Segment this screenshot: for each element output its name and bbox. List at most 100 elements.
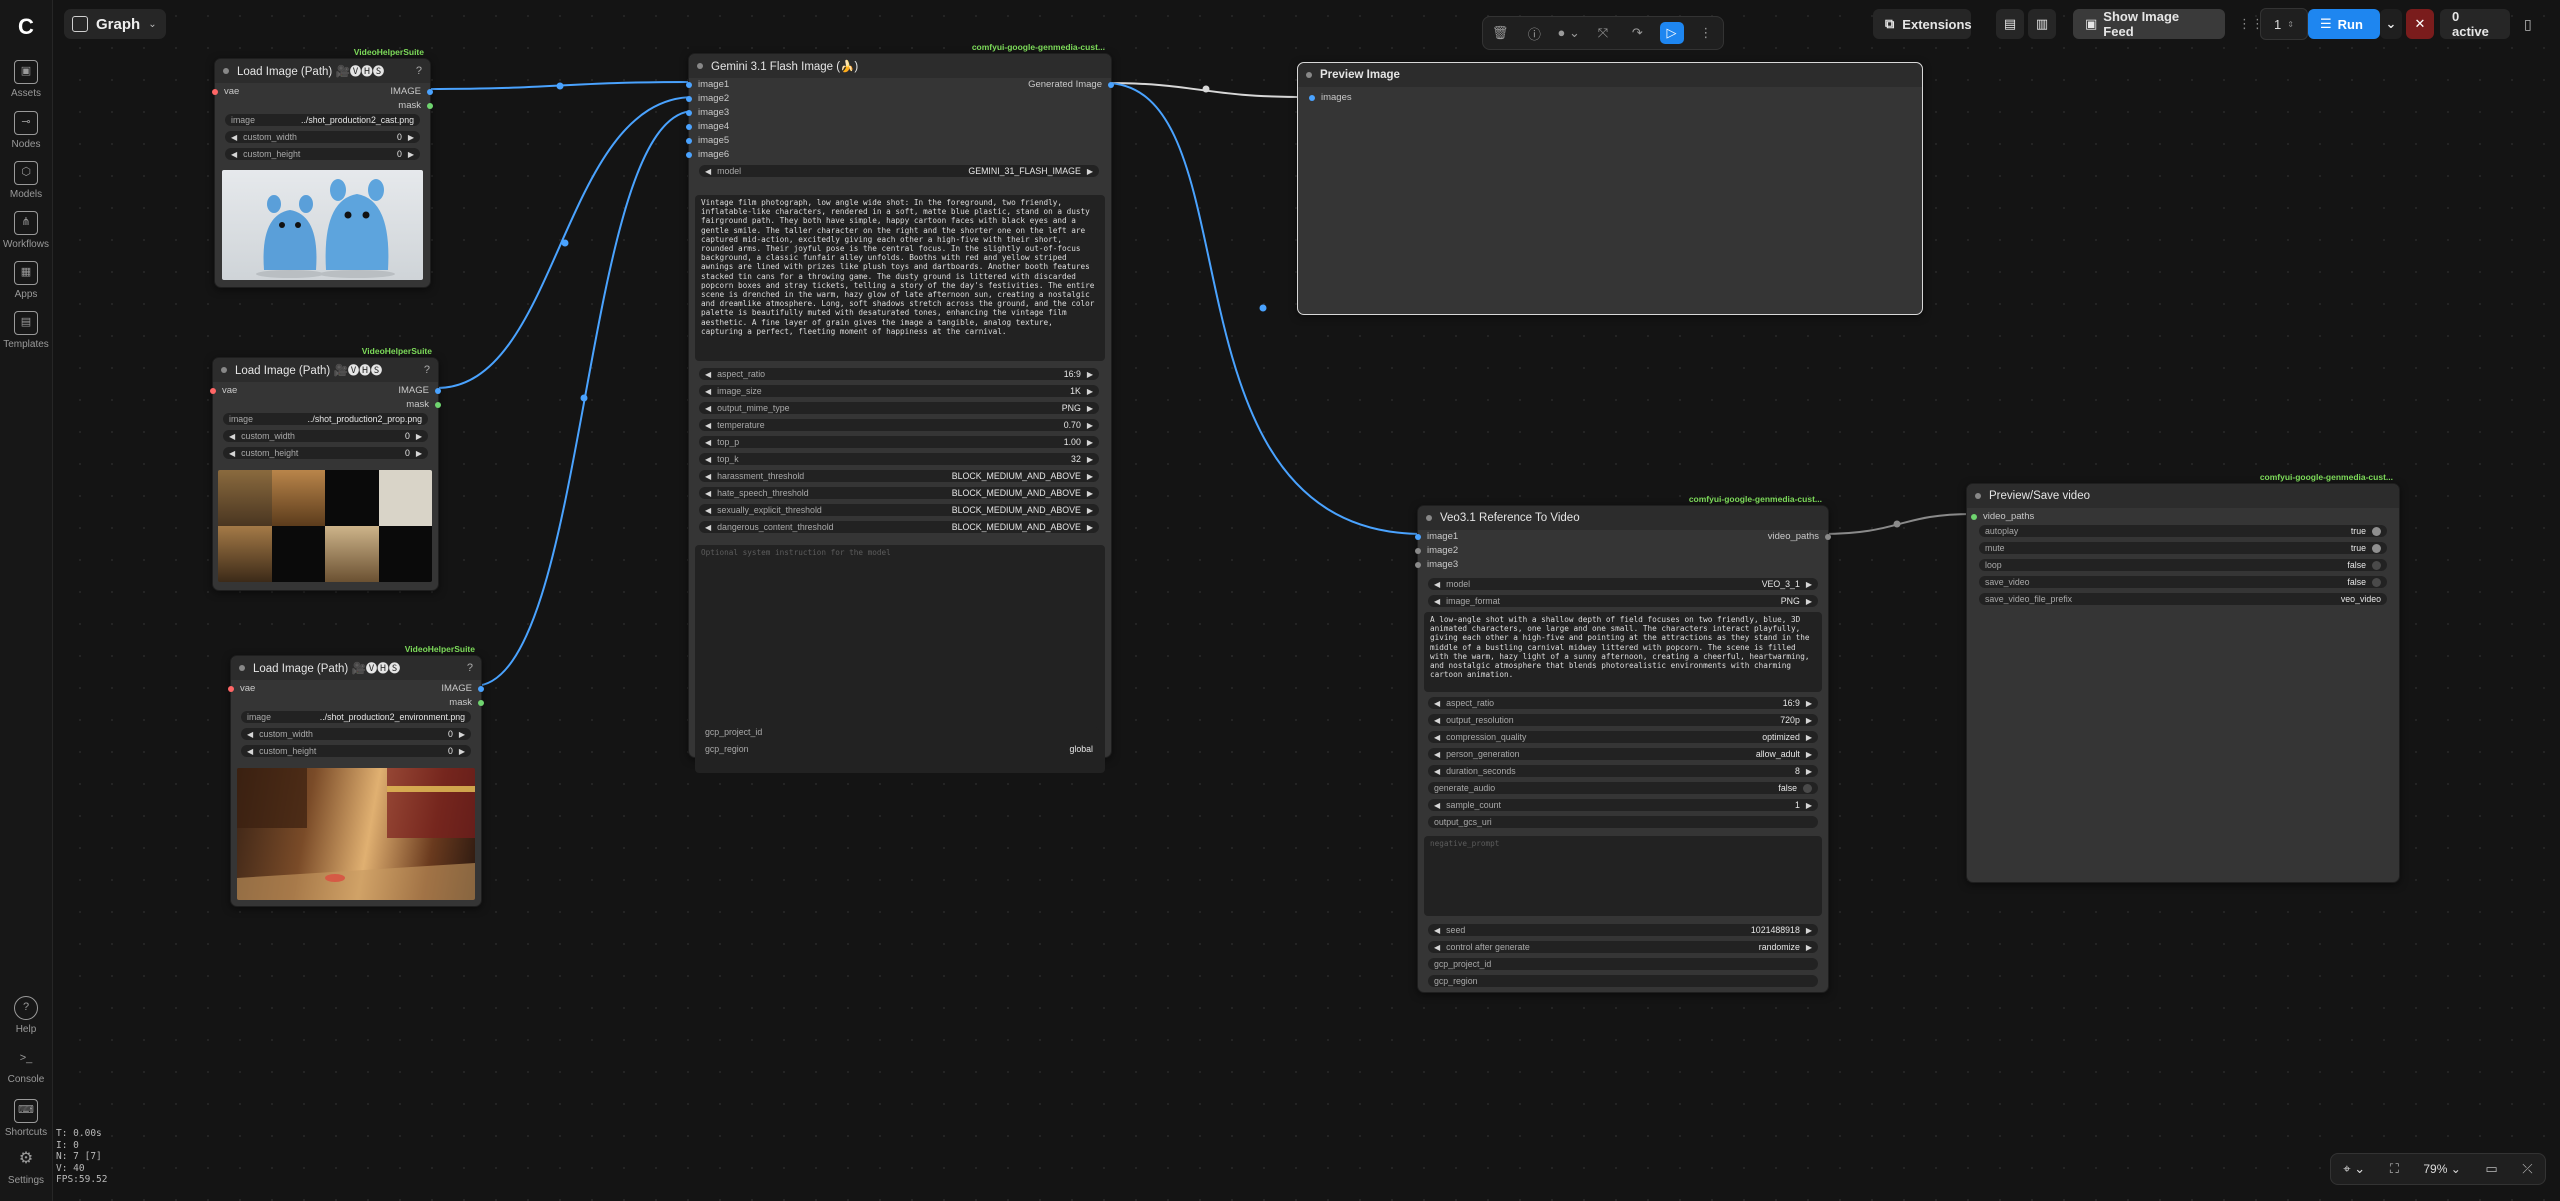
output-slot-generated-image[interactable]: Generated Image bbox=[1028, 79, 1114, 90]
custom-width-widget[interactable]: ◀ custom_width 0 ▶ bbox=[223, 430, 428, 442]
gcp-region-widget[interactable]: gcp_region global bbox=[699, 743, 1099, 755]
param-temperature[interactable]: ◀ temperature 0.70 ▶ bbox=[699, 419, 1099, 431]
node-header[interactable]: Gemini 3.1 Flash Image (🍌) bbox=[689, 54, 1111, 78]
param-duration-seconds[interactable]: ◀ duration_seconds 8 ▶ bbox=[1428, 765, 1818, 777]
input-slot-vae[interactable]: vae bbox=[228, 683, 255, 694]
minimap-icon[interactable]: ▭ bbox=[2485, 1161, 2497, 1177]
generate-audio-toggle[interactable]: generate_audio false bbox=[1428, 782, 1818, 794]
cancel-run-button[interactable]: ✕ bbox=[2406, 9, 2434, 39]
input-slot-image4[interactable]: image4 bbox=[686, 121, 729, 132]
gemini-flash-image-node[interactable]: comfyui-google-genmedia-cust... Gemini 3… bbox=[686, 42, 1114, 773]
zoom-level[interactable]: 79% ⌄ bbox=[2423, 1162, 2460, 1176]
collapse-dot[interactable] bbox=[221, 367, 227, 373]
output-slot-mask[interactable]: mask bbox=[449, 697, 484, 708]
extensions-button[interactable]: ⧉ Extensions bbox=[1873, 9, 1972, 39]
help-icon[interactable]: ? bbox=[416, 65, 422, 77]
custom-height-widget[interactable]: ◀ custom_height 0 ▶ bbox=[241, 745, 471, 757]
queue-count-input[interactable]: 1 ⇕ bbox=[2260, 8, 2308, 40]
input-slot-image1[interactable]: image1 bbox=[1415, 531, 1458, 542]
param-top-p[interactable]: ◀ top_p 1.00 ▶ bbox=[699, 436, 1099, 448]
image-format-widget[interactable]: ◀ image_format PNG ▶ bbox=[1428, 595, 1818, 607]
param-hate-speech-threshold[interactable]: ◀ hate_speech_threshold BLOCK_MEDIUM_AND_A… bbox=[699, 487, 1099, 499]
param-aspect-ratio[interactable]: ◀ aspect_ratio 16:9 ▶ bbox=[699, 368, 1099, 380]
output-slot-video-paths[interactable]: video_paths bbox=[1768, 531, 1831, 542]
gcp-project-id-widget[interactable]: gcp_project_id bbox=[699, 726, 1099, 738]
collapse-dot[interactable] bbox=[697, 63, 703, 69]
input-slot-vae[interactable]: vae bbox=[212, 86, 239, 97]
param-sample-count[interactable]: ◀ sample_count 1 ▶ bbox=[1428, 799, 1818, 811]
loop-toggle[interactable]: loop false bbox=[1979, 559, 2387, 571]
collapse-dot[interactable] bbox=[1426, 515, 1432, 521]
preview-save-video-node[interactable]: comfyui-google-genmedia-cust... Preview/… bbox=[1966, 472, 2400, 883]
param-output-resolution[interactable]: ◀ output_resolution 720p ▶ bbox=[1428, 714, 1818, 726]
output-slot-image[interactable]: IMAGE bbox=[390, 86, 433, 97]
save-video-toggle[interactable]: save_video false bbox=[1979, 576, 2387, 588]
image-feed-button[interactable]: ▣ Show Image Feed bbox=[2073, 9, 2225, 39]
sidebar-item-models[interactable]: ⬡ Models bbox=[0, 161, 52, 200]
collapse-dot[interactable] bbox=[239, 665, 245, 671]
input-slot-images[interactable]: images bbox=[1309, 92, 1352, 103]
system-instruction-textarea[interactable]: Optional system instruction for the mode… bbox=[695, 545, 1105, 773]
file-prefix-widget[interactable]: save_video_file_prefix veo_video bbox=[1979, 593, 2387, 605]
gcp-project-id-widget[interactable]: gcp_project_id bbox=[1428, 958, 1818, 970]
input-slot-image5[interactable]: image5 bbox=[686, 135, 729, 146]
input-slot-image3[interactable]: image3 bbox=[686, 107, 729, 118]
run-options-button[interactable]: ⌄ bbox=[2380, 9, 2402, 39]
image-path-widget[interactable]: image ../shot_production2_cast.png bbox=[225, 114, 420, 126]
input-slot-vae[interactable]: vae bbox=[210, 385, 237, 396]
fit-icon[interactable]: ⤧ bbox=[1591, 25, 1615, 41]
model-combo-widget[interactable]: ◀ model VEO_3_1 ▶ bbox=[1428, 578, 1818, 590]
image-path-widget[interactable]: image ../shot_production2_environment.png bbox=[241, 711, 471, 723]
collapse-dot[interactable] bbox=[223, 68, 229, 74]
output-slot-mask[interactable]: mask bbox=[398, 100, 433, 111]
sidebar-item-workflows[interactable]: ⋔ Workflows bbox=[0, 211, 52, 250]
input-slot-image6[interactable]: image6 bbox=[686, 149, 729, 160]
fit-view-icon[interactable]: ⛶ bbox=[2390, 1161, 2399, 1177]
hide-links-icon[interactable]: ⤫ bbox=[2522, 1161, 2532, 1177]
custom-width-widget[interactable]: ◀ custom_width 0 ▶ bbox=[241, 728, 471, 740]
preview-image-node[interactable]: Preview Image images bbox=[1297, 62, 1923, 315]
sidebar-item-shortcuts[interactable]: ⌨ Shortcuts bbox=[0, 1099, 52, 1138]
prompt-textarea[interactable]: Vintage film photograph, low angle wide … bbox=[695, 195, 1105, 361]
param-top-k[interactable]: ◀ top_k 32 ▶ bbox=[699, 453, 1099, 465]
load-image-node-2[interactable]: VideoHelperSuite Load Image (Path) 🎥🅥🅗🅢?… bbox=[210, 346, 441, 591]
trash-icon[interactable]: 🗑 bbox=[1488, 25, 1512, 41]
model-combo-widget[interactable]: ◀ model GEMINI_31_FLASH_IMAGE ▶ bbox=[699, 165, 1099, 177]
param-sexually-explicit-threshold[interactable]: ◀ sexually_explicit_threshold BLOCK_MEDIUM… bbox=[699, 504, 1099, 516]
prompt-textarea[interactable]: A low-angle shot with a shallow depth of… bbox=[1424, 612, 1822, 692]
input-slot-video-paths[interactable]: video_paths bbox=[1971, 511, 2034, 522]
output-gcs-uri-widget[interactable]: output_gcs_uri bbox=[1428, 816, 1818, 828]
param-aspect-ratio[interactable]: ◀ aspect_ratio 16:9 ▶ bbox=[1428, 697, 1818, 709]
param-image-size[interactable]: ◀ image_size 1K ▶ bbox=[699, 385, 1099, 397]
disk-icon[interactable]: ▥ bbox=[2028, 9, 2056, 39]
param-output-mime-type[interactable]: ◀ output_mime_type PNG ▶ bbox=[699, 402, 1099, 414]
custom-height-widget[interactable]: ◀ custom_height 0 ▶ bbox=[225, 148, 420, 160]
input-slot-image2[interactable]: image2 bbox=[686, 93, 729, 104]
input-slot-image2[interactable]: image2 bbox=[1415, 545, 1458, 556]
color-picker-icon[interactable]: ● ⌄ bbox=[1557, 25, 1581, 41]
toggle-panel-icon[interactable]: ▯ bbox=[2524, 9, 2532, 39]
run-button[interactable]: ☰ Run bbox=[2308, 9, 2380, 39]
param-compression-quality[interactable]: ◀ compression_quality optimized ▶ bbox=[1428, 731, 1818, 743]
run-selected-icon[interactable]: ▷ bbox=[1659, 22, 1684, 44]
redo-icon[interactable]: ↷ bbox=[1625, 25, 1649, 41]
param-harassment-threshold[interactable]: ◀ harassment_threshold BLOCK_MEDIUM_AND_AB… bbox=[699, 470, 1099, 482]
gcp-region-widget[interactable]: gcp_region bbox=[1428, 975, 1818, 987]
seed-widget[interactable]: ◀ seed 1021488918 ▶ bbox=[1428, 924, 1818, 936]
sidebar-item-assets[interactable]: ▣ Assets bbox=[0, 60, 52, 99]
control-after-generate-widget[interactable]: ◀ control after generate randomize ▶ bbox=[1428, 941, 1818, 953]
help-icon[interactable]: ? bbox=[424, 364, 430, 376]
save-workflow-icon[interactable]: ▤ bbox=[1996, 9, 2024, 39]
negative-prompt-textarea[interactable]: negative_prompt bbox=[1424, 836, 1822, 916]
custom-height-widget[interactable]: ◀ custom_height 0 ▶ bbox=[223, 447, 428, 459]
param-person-generation[interactable]: ◀ person_generation allow_adult ▶ bbox=[1428, 748, 1818, 760]
node-header[interactable]: Load Image (Path) 🎥🅥🅗🅢? bbox=[231, 656, 481, 680]
image-path-widget[interactable]: image ../shot_production2_prop.png bbox=[223, 413, 428, 425]
node-header[interactable]: Veo3.1 Reference To Video bbox=[1418, 506, 1828, 530]
collapse-dot[interactable] bbox=[1306, 72, 1312, 78]
active-jobs-button[interactable]: 0 active bbox=[2440, 9, 2510, 39]
node-header[interactable]: Preview Image bbox=[1298, 63, 1922, 87]
input-slot-image1[interactable]: image1 bbox=[686, 79, 729, 90]
output-slot-mask[interactable]: mask bbox=[406, 399, 441, 410]
help-icon[interactable]: ? bbox=[467, 662, 473, 674]
